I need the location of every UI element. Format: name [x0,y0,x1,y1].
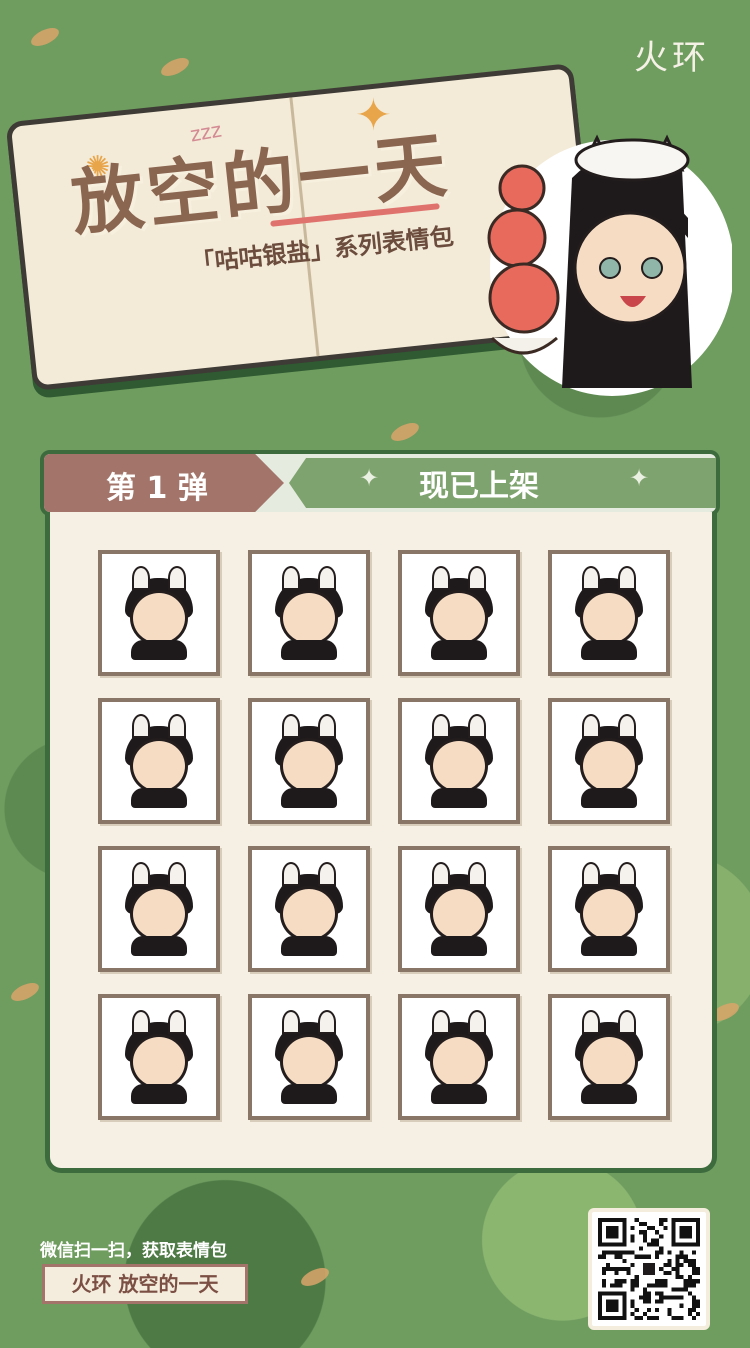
sticker-5[interactable] [98,698,220,824]
qr-code-image [598,1218,700,1320]
character-ear [168,565,186,590]
character-face [580,885,638,942]
character-ear [318,713,336,738]
character-ear [282,861,300,886]
character-ear [618,713,636,738]
character-body [431,1084,487,1104]
sticker-10[interactable] [248,846,370,972]
character-ear [582,1009,600,1034]
character-ear [168,1009,186,1034]
character-face [130,589,188,646]
sticker-2[interactable] [248,550,370,676]
character-ear [582,713,600,738]
sticker-7[interactable] [398,698,520,824]
character-body [281,1084,337,1104]
character-face [580,1033,638,1090]
character-face [280,589,338,646]
character-face [430,737,488,794]
character-ear [282,713,300,738]
character-face [430,1033,488,1090]
character-face [430,589,488,646]
character-face [580,737,638,794]
character-ear [132,565,150,590]
character-ear [432,565,450,590]
sticker-1[interactable] [98,550,220,676]
character-ear [318,1009,336,1034]
sticker-8[interactable] [548,698,670,824]
character-face [580,589,638,646]
sparkle-icon: ✦ [629,464,650,492]
character-ear [468,1009,486,1034]
sparkle-icon: ✦ [359,464,380,492]
character-body [131,936,187,956]
sticker-4[interactable] [548,550,670,676]
sticker-3[interactable] [398,550,520,676]
character-ear [282,1009,300,1034]
sticker-14[interactable] [248,994,370,1120]
character-ear [618,861,636,886]
character-ear [168,713,186,738]
character-body [281,788,337,808]
banner-right-label: 现已上架 [419,469,539,504]
sticker-16[interactable] [548,994,670,1120]
character-ear [468,861,486,886]
character-ear [132,1009,150,1034]
character-ear [468,713,486,738]
character-ear [618,565,636,590]
sticker-panel [45,512,717,1173]
character-face [280,885,338,942]
character-ear [132,713,150,738]
banner-right-tag: ✦ 现已上架 ✦ [289,458,716,508]
character-body [131,640,187,660]
character-ear [432,861,450,886]
character-ear [582,861,600,886]
character-face [280,1033,338,1090]
character-face [280,737,338,794]
character-ear [282,565,300,590]
character-body [581,640,637,660]
scan-instruction: 微信扫一扫，获取表情包 [40,1241,227,1261]
sticker-12[interactable] [548,846,670,972]
sticker-grid [98,550,684,1120]
character-face [130,737,188,794]
release-banner: 第 1 弹 ✦ 现已上架 ✦ [40,450,720,516]
sticker-11[interactable] [398,846,520,972]
sticker-6[interactable] [248,698,370,824]
character-ear [618,1009,636,1034]
character-body [131,1084,187,1104]
sticker-13[interactable] [98,994,220,1120]
banner-left-tag: 第 1 弹 [44,454,284,512]
character-ear [132,861,150,886]
character-ear [468,565,486,590]
mascot-illustration [487,134,732,396]
character-face [430,885,488,942]
character-face [130,885,188,942]
sticker-15[interactable] [398,994,520,1120]
character-ear [432,713,450,738]
character-body [581,788,637,808]
footer-tag: 火环 放空的一天 [42,1264,248,1304]
character-ear [432,1009,450,1034]
sticker-9[interactable] [98,846,220,972]
character-body [581,936,637,956]
character-body [431,936,487,956]
qr-code[interactable] [588,1208,710,1330]
character-body [281,640,337,660]
character-body [431,788,487,808]
character-ear [168,861,186,886]
character-body [431,640,487,660]
banner-left-label: 第 1 弹 [106,471,208,506]
character-body [131,788,187,808]
character-ear [318,861,336,886]
character-face [130,1033,188,1090]
brand-logo: 火环 [634,38,710,78]
character-ear [582,565,600,590]
character-ear [318,565,336,590]
character-body [581,1084,637,1104]
character-body [281,936,337,956]
